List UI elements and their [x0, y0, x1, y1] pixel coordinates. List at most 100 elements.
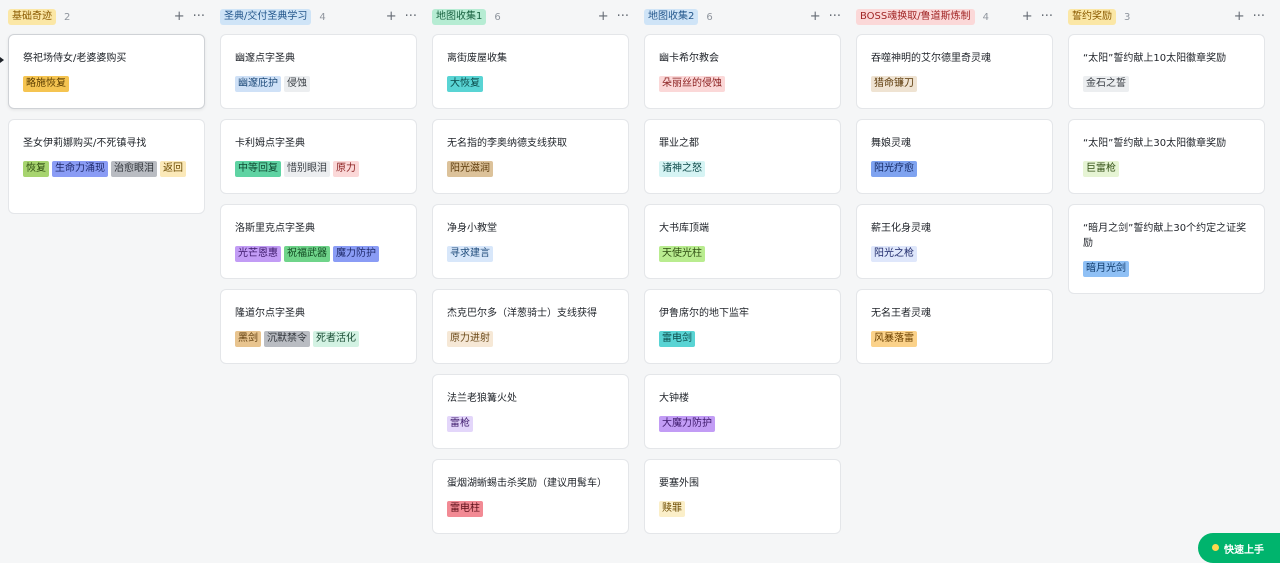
card-tags: 赎罪: [659, 501, 826, 517]
quick-start-button[interactable]: 快速上手: [1198, 533, 1280, 563]
more-options-icon[interactable]: ···: [617, 9, 629, 25]
card-tags: 风暴落雷: [871, 331, 1038, 347]
card[interactable]: 要塞外围 赎罪: [644, 459, 841, 534]
card[interactable]: 大书库顶端 天使光柱: [644, 204, 841, 279]
add-card-icon[interactable]: +: [598, 9, 609, 25]
add-card-icon[interactable]: +: [810, 9, 821, 25]
more-options-icon[interactable]: ···: [1041, 9, 1053, 25]
card[interactable]: 法兰老狼篝火处 雷枪: [432, 374, 629, 449]
column-header: 地图收集1 6 + ···: [432, 0, 629, 34]
column-title[interactable]: 地图收集2: [644, 9, 699, 25]
tag: 大恢复: [447, 76, 483, 92]
card-title: 大书库顶端: [659, 223, 709, 234]
column-1: 圣典/交付圣典学习 4 + ··· 幽邃点字圣典 幽邃庇护 侵蚀 卡利姆点字圣典 中等回复 惜别眼…: [220, 0, 417, 544]
column-actions: + ···: [810, 9, 841, 25]
column-header: BOSS魂换取/鲁道斯炼制 4 + ···: [856, 0, 1053, 34]
card[interactable]: “太阳”誓约献上30太阳徽章奖励巨雷枪: [1068, 119, 1265, 194]
card[interactable]: 卡利姆点字圣典 中等回复 惜别眼泪 原力: [220, 119, 417, 194]
card[interactable]: “暗月之剑”誓约献上30个约定之证奖励 暗月光剑: [1068, 204, 1265, 294]
card-title: 净身小教堂: [447, 223, 497, 234]
card[interactable]: 祭祀场侍女/老婆婆购买略施恢复: [8, 34, 205, 109]
tag: 巨雷枪: [1083, 161, 1119, 177]
card[interactable]: 无名指的李奥纳德支线获取 阳光滋润: [432, 119, 629, 194]
card-tags: 朵丽丝的侵蚀: [659, 76, 826, 92]
card-tags: 阳光疗愈: [871, 161, 1038, 177]
card[interactable]: 大钟楼 大魔力防护: [644, 374, 841, 449]
card[interactable]: 吞噬神明的艾尔德里奇灵魂 猎命镰刀: [856, 34, 1053, 109]
card[interactable]: 隆道尔点字圣典 黑剑 沉默禁令 死者活化: [220, 289, 417, 364]
column-header: 誓约奖励 3 + ···: [1068, 0, 1265, 34]
tag: 雷电剑: [659, 331, 695, 347]
tag: 朵丽丝的侵蚀: [659, 76, 725, 92]
card[interactable]: 伊鲁席尔的地下监牢 雷电剑: [644, 289, 841, 364]
tag: 中等回复: [235, 161, 281, 177]
card[interactable]: 离街废屋收集 大恢复: [432, 34, 629, 109]
column-title[interactable]: 基础奇迹: [8, 9, 56, 25]
card-tags: 雷枪: [447, 416, 614, 432]
add-card-icon[interactable]: +: [1022, 9, 1033, 25]
card-title: 祭祀场侍女/老婆婆购买: [23, 53, 127, 64]
add-card-icon[interactable]: +: [386, 9, 397, 25]
card[interactable]: 无名王者灵魂 风暴落雷: [856, 289, 1053, 364]
tag: 惜别眼泪: [284, 161, 330, 177]
drag-handle-icon[interactable]: [0, 57, 4, 63]
card-tags: 巨雷枪: [1083, 161, 1250, 177]
card[interactable]: 薪王化身灵魂 阳光之枪: [856, 204, 1053, 279]
tag: 返回: [160, 161, 186, 177]
card-tags: 寻求建言: [447, 246, 614, 262]
column-title[interactable]: BOSS魂换取/鲁道斯炼制: [856, 9, 975, 25]
column-title[interactable]: 誓约奖励: [1068, 9, 1116, 25]
card-title: 洛斯里克点字圣典: [235, 223, 315, 234]
card[interactable]: 罪业之都 诸神之怒: [644, 119, 841, 194]
card-tags: 略施恢复: [23, 76, 190, 92]
tag: 诸神之怒: [659, 161, 705, 177]
tag: 雷枪: [447, 416, 473, 432]
card-tags: 阳光之枪: [871, 246, 1038, 262]
column-title[interactable]: 圣典/交付圣典学习: [220, 9, 312, 25]
card[interactable]: 杰克巴尔多（洋葱骑士）支线获得原力进射: [432, 289, 629, 364]
tag: 祝福武器: [284, 246, 330, 262]
kanban-board: 基础奇迹 2 + ··· 祭祀场侍女/老婆婆购买 略施恢复 圣女伊莉娜购买/不死镇寻找 恢复生…: [8, 0, 1265, 544]
column-count: 4: [982, 11, 989, 23]
tag: 寻求建言: [447, 246, 493, 262]
tag: 沉默禁令: [264, 331, 310, 347]
card-tags: 大恢复: [447, 76, 614, 92]
lightbulb-icon: [1212, 544, 1219, 551]
card[interactable]: 洛斯里克点字圣典光芒恩惠 祝福武器 魔力防护: [220, 204, 417, 279]
card-tags: 猎命镰刀: [871, 76, 1038, 92]
card-tags: 幽邃庇护 侵蚀: [235, 76, 402, 92]
card[interactable]: 幽邃点字圣典幽邃庇护 侵蚀: [220, 34, 417, 109]
card[interactable]: 净身小教堂 寻求建言: [432, 204, 629, 279]
card-title: 杰克巴尔多（洋葱骑士）支线获得: [447, 308, 597, 319]
tag: 原力进射: [447, 331, 493, 347]
card-tags: 光芒恩惠 祝福武器 魔力防护: [235, 246, 402, 262]
tag: 幽邃庇护: [235, 76, 281, 92]
more-options-icon[interactable]: ···: [1253, 9, 1265, 25]
card-title: 法兰老狼篝火处: [447, 393, 517, 404]
card[interactable]: 圣女伊莉娜购买/不死镇寻找 恢复 生命力涌现 治愈眼泪 返回: [8, 119, 205, 214]
tag: 风暴落雷: [871, 331, 917, 347]
column-title[interactable]: 地图收集1: [432, 9, 487, 25]
card-title: 要塞外围: [659, 478, 699, 489]
tag: 阳光滋润: [447, 161, 493, 177]
more-options-icon[interactable]: ···: [829, 9, 841, 25]
add-card-icon[interactable]: +: [174, 9, 185, 25]
column-actions: + ···: [174, 9, 205, 25]
tag: 阳光之枪: [871, 246, 917, 262]
card[interactable]: 幽卡希尔教会 朵丽丝的侵蚀: [644, 34, 841, 109]
card[interactable]: 蛋烟湖蜥蜴击杀奖励（建议用髯车） 雷电柱: [432, 459, 629, 534]
column-3: 地图收集2 6 + ··· 幽卡希尔教会 朵丽丝的侵蚀 罪业之都 诸神之怒 大书库顶端 天使光柱伊…: [644, 0, 841, 544]
column-actions: + ···: [1022, 9, 1053, 25]
card-tags: 恢复 生命力涌现 治愈眼泪 返回: [23, 161, 190, 177]
more-options-icon[interactable]: ···: [405, 9, 417, 25]
card[interactable]: 舞娘灵魂 阳光疗愈: [856, 119, 1053, 194]
card[interactable]: “太阳”誓约献上10太阳徽章奖励 金石之誓: [1068, 34, 1265, 109]
card-title: “太阳”誓约献上30太阳徽章奖励: [1083, 138, 1227, 149]
tag: 侵蚀: [284, 76, 310, 92]
add-card-icon[interactable]: +: [1234, 9, 1245, 25]
column-5: 誓约奖励 3 + ··· “太阳”誓约献上10太阳徽章奖励 金石之誓 “太阳”誓约献上30太…: [1068, 0, 1265, 544]
tag: 恢复: [23, 161, 49, 177]
more-options-icon[interactable]: ···: [193, 9, 205, 25]
card-title: 幽邃点字圣典: [235, 53, 295, 64]
card-tags: 原力进射: [447, 331, 614, 347]
